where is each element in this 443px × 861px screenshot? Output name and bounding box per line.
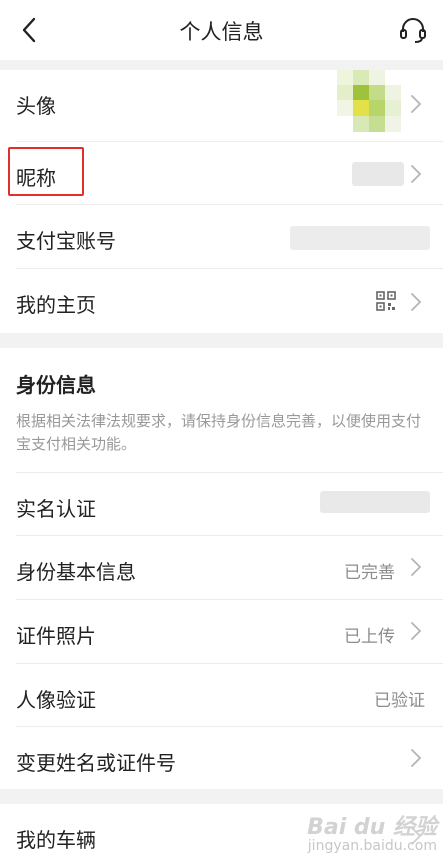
watermark-url: jingyan.baidu.com: [307, 838, 437, 854]
chevron-right-icon: [411, 165, 422, 183]
face-verify-row: 人像验证 已验证: [0, 664, 443, 726]
avatar-image[interactable]: [337, 70, 401, 132]
basic-info-status: 已完善: [344, 563, 395, 583]
chevron-right-icon: [411, 95, 422, 113]
realname-label: 实名认证: [16, 497, 96, 521]
change-name-row[interactable]: 变更姓名或证件号: [0, 727, 443, 789]
qr-code-icon: [376, 291, 396, 311]
id-photo-status: 已上传: [344, 627, 395, 647]
highlight-box: [8, 147, 84, 196]
identity-section-title: 身份信息: [16, 373, 96, 397]
id-photo-row[interactable]: 证件照片 已上传: [0, 600, 443, 663]
nickname-value-blurred: [352, 162, 404, 186]
alipay-account-value-blurred: [290, 226, 430, 250]
basic-info-label: 身份基本信息: [16, 560, 136, 584]
basic-info-row[interactable]: 身份基本信息 已完善: [0, 536, 443, 599]
homepage-label: 我的主页: [16, 293, 96, 317]
realname-value-blurred: [320, 491, 430, 513]
alipay-account-label: 支付宝账号: [16, 229, 116, 253]
id-photo-label: 证件照片: [16, 624, 96, 648]
top-bar: 个人信息: [0, 0, 443, 60]
chevron-right-icon: [411, 622, 422, 640]
face-verify-label: 人像验证: [16, 688, 96, 712]
customer-service-headset-icon[interactable]: [397, 14, 429, 46]
chevron-right-icon: [411, 293, 422, 311]
page-title: 个人信息: [179, 20, 264, 44]
identity-section-description: 根据相关法律法规要求，请保持身份信息完善，以便使用支付宝支付相关功能。: [16, 412, 422, 453]
avatar-label: 头像: [16, 94, 56, 118]
change-name-label: 变更姓名或证件号: [16, 751, 176, 775]
watermark-brand: Bai du 经验: [307, 815, 437, 840]
chevron-right-icon: [411, 749, 422, 767]
watermark: Bai du 经验 jingyan.baidu.com: [307, 815, 437, 855]
my-vehicle-label: 我的车辆: [16, 828, 96, 852]
chevron-right-icon: [411, 558, 422, 576]
face-verify-status: 已验证: [374, 691, 425, 711]
